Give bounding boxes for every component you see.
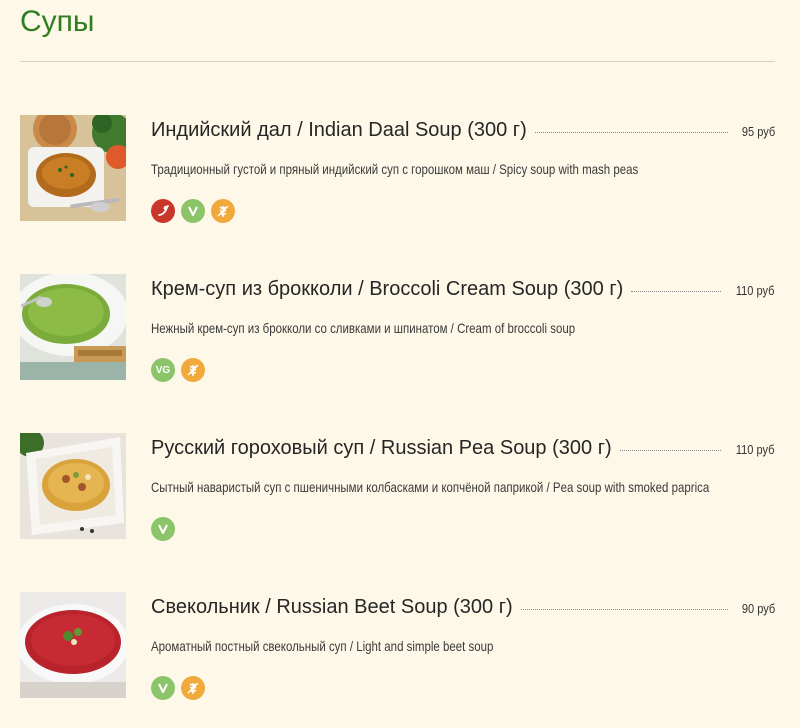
item-price: 90 руб <box>741 601 775 616</box>
dotted-leader <box>619 450 722 451</box>
dotted-leader <box>520 609 728 610</box>
item-price: 110 руб <box>736 283 775 298</box>
menu-item: Свекольник / Russian Beet Soup (300 г) 9… <box>20 592 780 702</box>
indian-daal-soup-photo[interactable] <box>20 115 126 221</box>
russian-pea-soup-photo[interactable] <box>20 433 126 539</box>
item-title-row: Русский гороховый суп / Russian Pea Soup… <box>151 437 775 465</box>
menu-item: Крем-суп из брокколи / Broccoli Cream So… <box>20 274 780 384</box>
item-title-row: Крем-суп из брокколи / Broccoli Cream So… <box>151 278 775 306</box>
menu-item: Русский гороховый суп / Russian Pea Soup… <box>20 433 780 543</box>
dotted-leader <box>631 291 722 292</box>
chili-pepper-icon <box>151 199 175 223</box>
title-divider <box>20 61 775 62</box>
item-badges <box>151 517 175 541</box>
item-price: 110 руб <box>736 442 775 457</box>
item-title[interactable]: Свекольник / Russian Beet Soup (300 г) <box>151 596 513 619</box>
vegetarian-icon <box>181 199 205 223</box>
item-description: Традиционный густой и пряный индийский с… <box>151 161 639 177</box>
item-badges: VG <box>151 358 205 382</box>
item-title-row: Свекольник / Russian Beet Soup (300 г) 9… <box>151 596 775 624</box>
russian-beet-soup-photo[interactable] <box>20 592 126 698</box>
item-title-row: Индийский дал / Indian Daal Soup (300 г)… <box>151 119 775 147</box>
vegan-icon: VG <box>151 358 175 382</box>
item-title[interactable]: Индийский дал / Indian Daal Soup (300 г) <box>151 119 527 142</box>
item-price: 95 руб <box>741 124 775 139</box>
gluten-free-icon <box>181 676 205 700</box>
dotted-leader <box>534 132 728 133</box>
gluten-free-icon <box>181 358 205 382</box>
item-badges <box>151 199 235 223</box>
item-title[interactable]: Русский гороховый суп / Russian Pea Soup… <box>151 437 612 460</box>
menu-item: Индийский дал / Indian Daal Soup (300 г)… <box>20 115 780 225</box>
item-description: Нежный крем-суп из брокколи со сливками … <box>151 320 576 336</box>
item-title[interactable]: Крем-суп из брокколи / Broccoli Cream So… <box>151 278 623 301</box>
page-title: Супы <box>20 5 95 38</box>
vegetarian-icon <box>151 676 175 700</box>
item-description: Сытный наваристый суп с пшеничными колба… <box>151 479 710 495</box>
broccoli-cream-soup-photo[interactable] <box>20 274 126 380</box>
vegetarian-icon <box>151 517 175 541</box>
item-description: Ароматный постный свекольный суп / Light… <box>151 638 494 654</box>
gluten-free-icon <box>211 199 235 223</box>
item-badges <box>151 676 205 700</box>
